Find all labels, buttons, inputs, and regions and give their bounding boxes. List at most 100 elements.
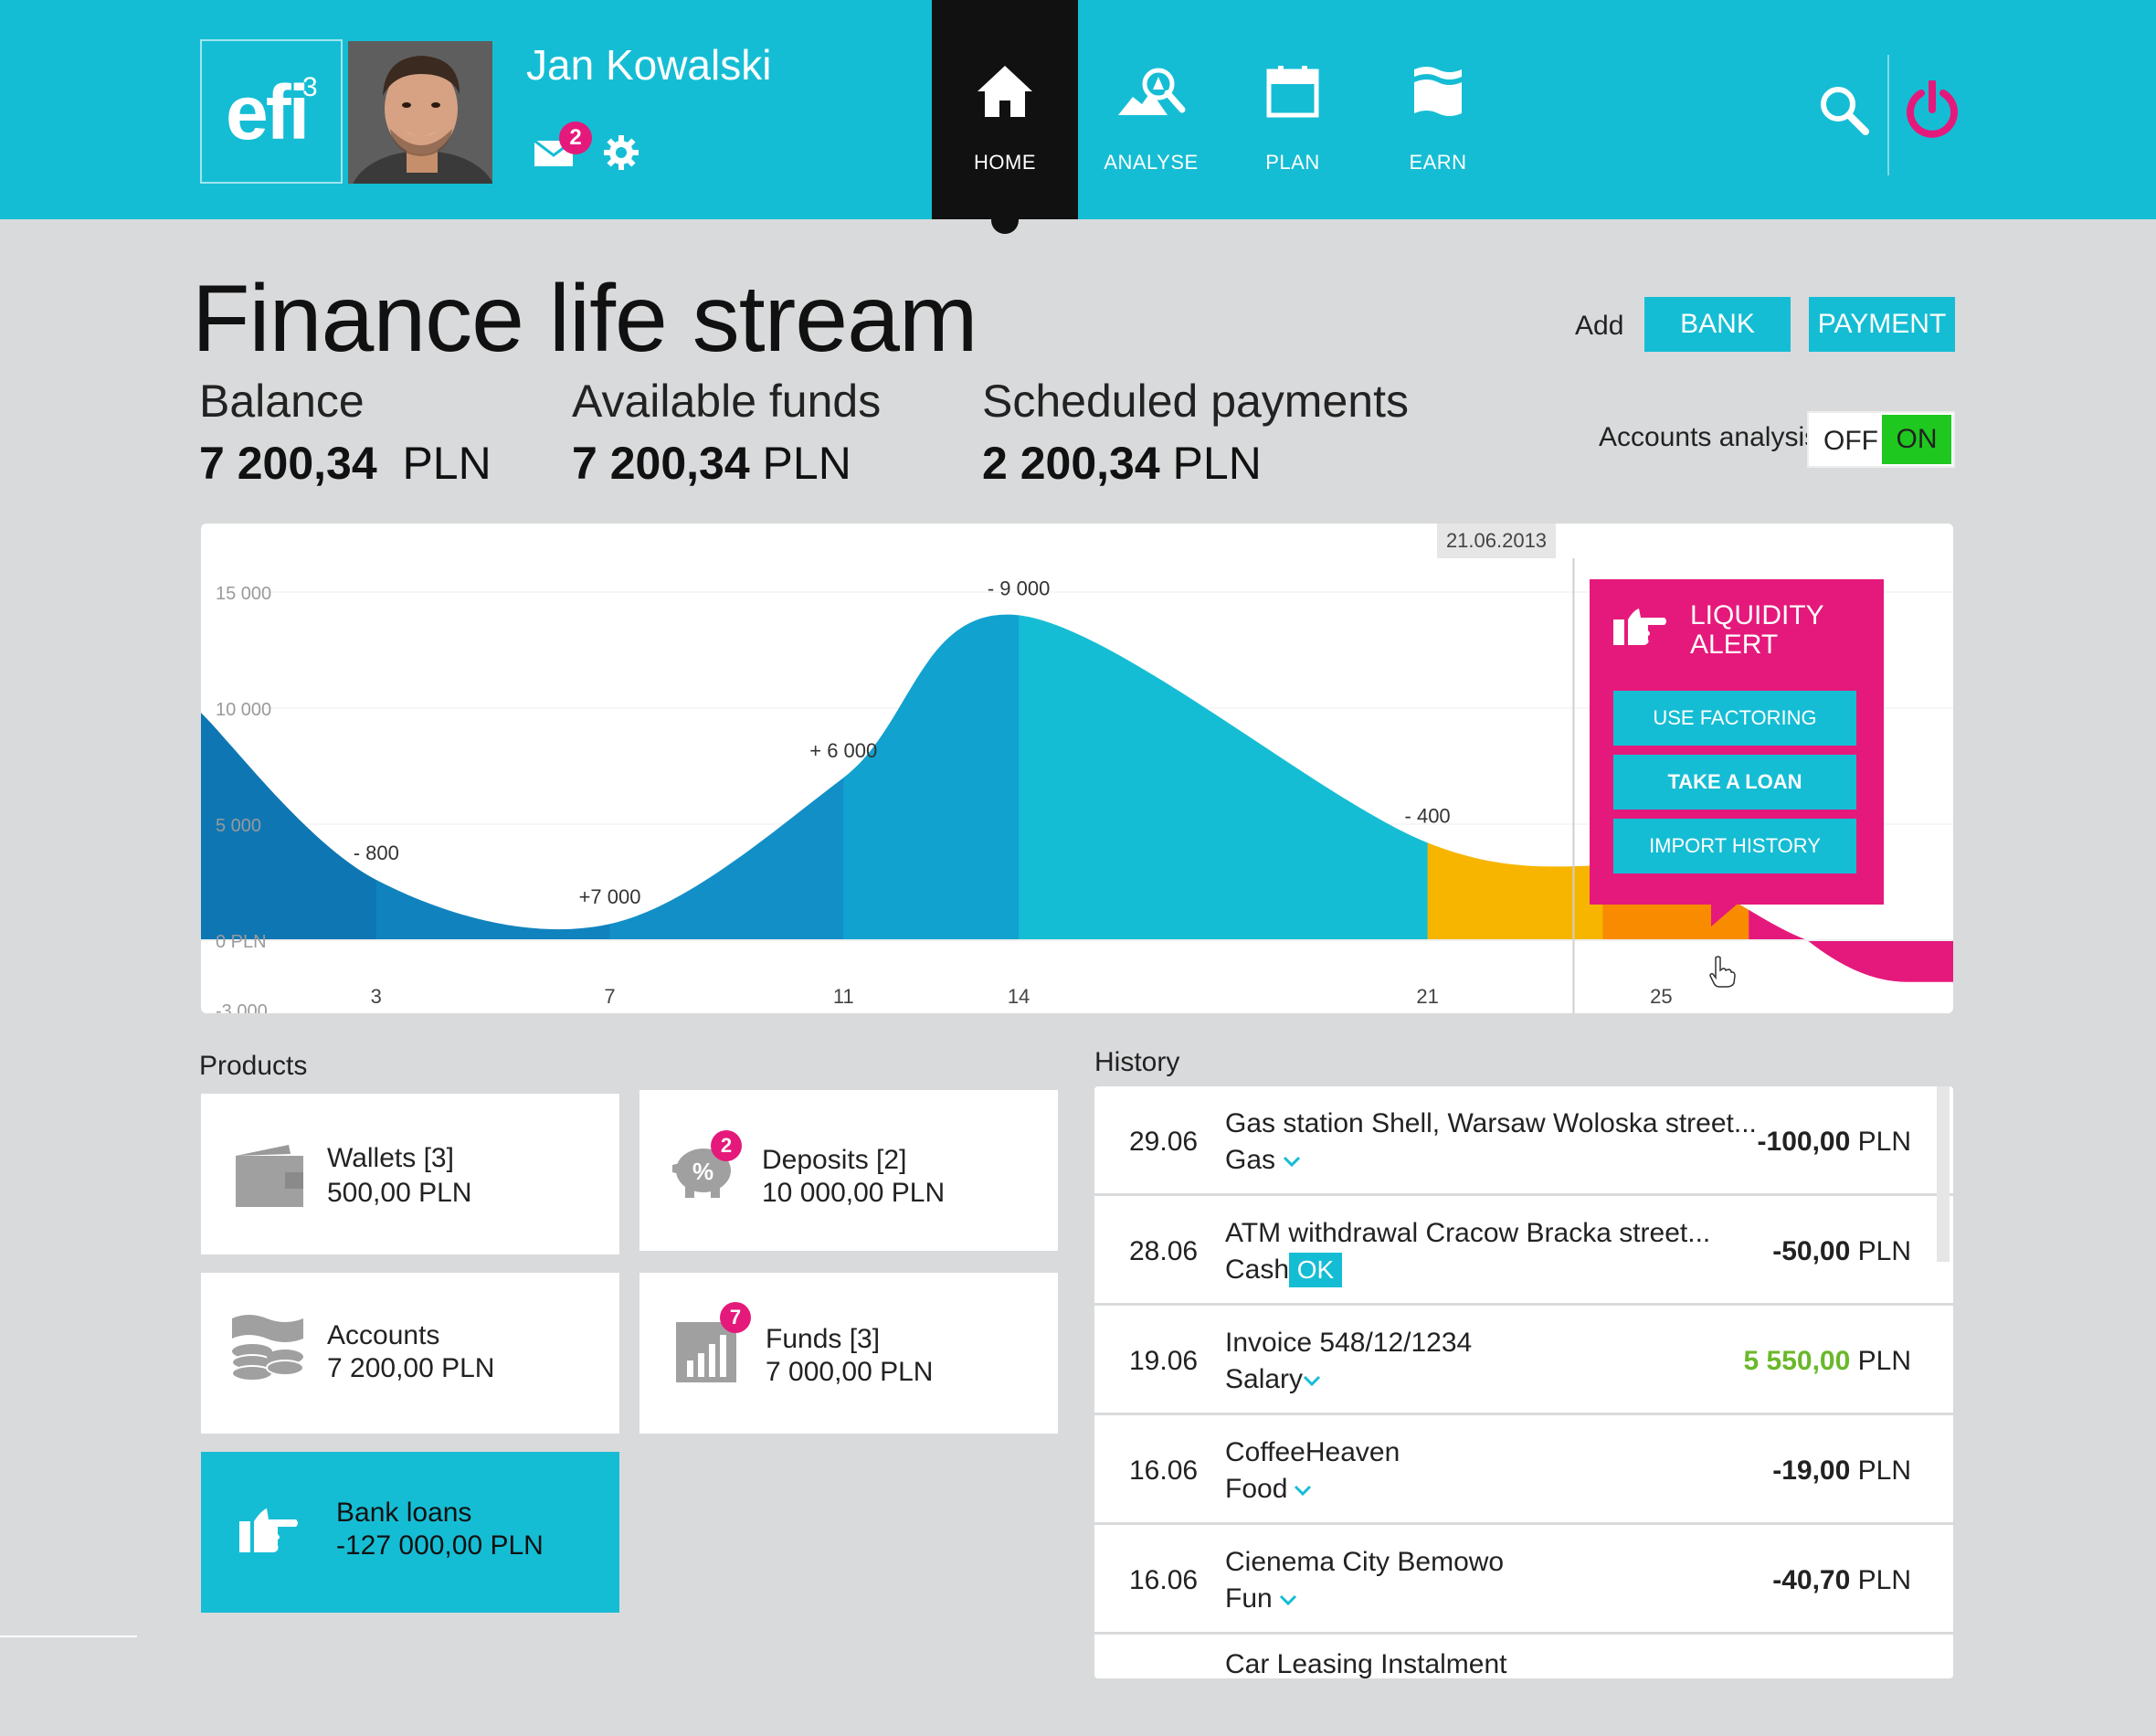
home-icon [978, 66, 1032, 117]
chevron-down-icon[interactable] [1294, 1485, 1312, 1498]
history-row[interactable]: 28.06 ATM withdrawal Cracow Bracka stree… [1094, 1196, 1953, 1306]
history-category: Fun [1225, 1583, 1273, 1614]
history-row[interactable]: 16.06 CoffeeHeaven Food -19,00 PLN [1094, 1415, 1953, 1525]
coins-icon [231, 1315, 304, 1381]
balance-value: 7 200,34 PLN [199, 438, 491, 489]
add-label: Add [1575, 311, 1624, 341]
history-row[interactable]: Car Leasing Instalment [1094, 1635, 1953, 1678]
data-label: - 800 [354, 842, 399, 864]
product-card-deposits[interactable]: % 2 Deposits [2] 10 000,00 PLN [639, 1090, 1058, 1251]
gear-icon[interactable] [603, 134, 639, 171]
deposits-title: Deposits [2] [762, 1145, 907, 1175]
use-factoring-button[interactable]: USE FACTORING [1613, 691, 1856, 746]
take-loan-button[interactable]: TAKE A LOAN [1613, 755, 1856, 810]
product-card-accounts[interactable]: Accounts 7 200,00 PLN [201, 1273, 619, 1434]
history-date: 28.06 [1129, 1236, 1199, 1266]
funds-value: 7 000,00 PLN [766, 1357, 934, 1387]
history-row[interactable]: 16.06 Cienema City Bemowo Fun -40,70 PLN [1094, 1525, 1953, 1635]
wallet-icon [236, 1145, 303, 1207]
history-row[interactable]: 29.06 Gas station Shell, Warsaw Woloska … [1094, 1086, 1953, 1196]
pointing-hand-icon [1613, 609, 1666, 645]
available-funds-label: Available funds [572, 376, 882, 427]
y-tick-label: 15 000 [216, 584, 271, 604]
scheduled-payments-summary: Scheduled payments 2 200,34 PLN [982, 375, 1409, 490]
toggle-off-label: OFF [1823, 426, 1878, 456]
wallets-value: 500,00 PLN [327, 1178, 472, 1208]
product-card-funds[interactable]: 7 Funds [3] 7 000,00 PLN [639, 1273, 1058, 1434]
history-date: 29.06 [1129, 1127, 1199, 1157]
user-name[interactable]: Jan Kowalski [526, 40, 771, 90]
scheduled-payments-label: Scheduled payments [982, 376, 1409, 427]
history-category: Salary [1225, 1364, 1304, 1394]
bank-loans-value: -127 000,00 PLN [336, 1530, 544, 1561]
product-card-wallets[interactable]: Wallets [3] 500,00 PLN [201, 1094, 619, 1254]
x-tick-label: 21 [1416, 985, 1438, 1008]
area-segment [609, 614, 845, 940]
history-list[interactable]: 29.06 Gas station Shell, Warsaw Woloska … [1094, 1086, 1953, 1678]
add-payment-button[interactable]: PAYMENT [1809, 297, 1955, 352]
nav-plan[interactable]: PLAN [1220, 0, 1366, 219]
today-date-flag: 21.06.2013 [1437, 524, 1556, 558]
nav-home[interactable]: HOME [932, 0, 1078, 219]
available-funds-summary: Available funds 7 200,34 PLN [572, 375, 881, 490]
deposits-value: 10 000,00 PLN [762, 1178, 946, 1208]
area-segment [375, 614, 611, 940]
wallets-title: Wallets [3] [327, 1143, 454, 1173]
data-label: + 6 000 [809, 739, 877, 762]
product-card-bank-loans[interactable]: Bank loans -127 000,00 PLN [201, 1452, 619, 1613]
accounts-analysis-label: Accounts analysis [1599, 422, 1819, 452]
history-title: ATM withdrawal Cracow Bracka street... [1225, 1218, 1711, 1248]
history-amount: -19,00 PLN [1772, 1455, 1911, 1486]
power-icon[interactable] [1905, 80, 1960, 139]
balance-summary: Balance 7 200,34 PLN [199, 375, 491, 490]
alert-pointer [1711, 905, 1737, 926]
add-bank-button[interactable]: BANK [1644, 297, 1791, 352]
data-label: - 400 [1405, 804, 1451, 827]
earn-icon [1414, 67, 1462, 116]
toggle-on-label: ON [1882, 415, 1951, 464]
x-tick-label: 7 [604, 985, 615, 1008]
history-title: Gas station Shell, Warsaw Woloska street… [1225, 1108, 1757, 1138]
area-segment [1427, 614, 1604, 940]
history-ok-badge[interactable]: OK [1289, 1253, 1342, 1287]
history-title: Invoice 548/12/1234 [1225, 1328, 1473, 1358]
y-tick-label: 5 000 [216, 816, 261, 836]
search-icon[interactable] [1818, 84, 1869, 135]
nav-earn[interactable]: EARN [1365, 0, 1511, 219]
import-history-button[interactable]: IMPORT HISTORY [1613, 819, 1856, 873]
history-scrollbar[interactable] [1937, 1086, 1950, 1262]
negative-balance-area [1807, 940, 1953, 982]
accounts-analysis-toggle[interactable]: OFF ON [1807, 411, 1955, 468]
nav-analyse[interactable]: ANALYSE [1078, 0, 1224, 219]
pointing-hand-icon [239, 1508, 298, 1552]
header-divider [1887, 55, 1889, 175]
nav-earn-label: EARN [1409, 151, 1467, 174]
chevron-down-icon[interactable] [1283, 1156, 1301, 1169]
y-tick-label: 0 PLN [216, 932, 267, 952]
liquidity-alert: LIQUIDITY ALERT USE FACTORING TAKE A LOA… [1590, 579, 1884, 905]
accounts-title: Accounts [327, 1320, 440, 1350]
divider [0, 1635, 137, 1637]
history-title: Car Leasing Instalment [1225, 1649, 1507, 1678]
funds-title: Funds [3] [766, 1324, 881, 1354]
history-date: 16.06 [1129, 1455, 1199, 1486]
area-segment [1019, 614, 1429, 940]
mail-count-badge: 2 [559, 122, 592, 154]
nav-analyse-label: ANALYSE [1104, 151, 1199, 174]
history-amount: -100,00 PLN [1757, 1127, 1911, 1157]
chevron-down-icon[interactable] [1303, 1375, 1321, 1388]
scheduled-payments-value: 2 200,34 PLN [982, 438, 1262, 489]
data-label: - 9 000 [988, 577, 1051, 599]
nav-home-label: HOME [974, 151, 1036, 174]
history-amount: 5 550,00 PLN [1743, 1346, 1911, 1376]
history-amount: -40,70 PLN [1772, 1565, 1911, 1595]
nav-plan-label: PLAN [1265, 151, 1320, 174]
analyse-icon [1118, 68, 1186, 115]
avatar[interactable] [348, 41, 492, 184]
history-category: Gas [1225, 1145, 1276, 1175]
y-tick-label: -3 000 [216, 1001, 268, 1013]
history-row[interactable]: 19.06 Invoice 548/12/1234 Salary 5 550,0… [1094, 1306, 1953, 1415]
app-logo[interactable]: efi 3 [200, 39, 343, 184]
x-tick-label: 25 [1650, 985, 1672, 1008]
chevron-down-icon[interactable] [1279, 1594, 1297, 1607]
